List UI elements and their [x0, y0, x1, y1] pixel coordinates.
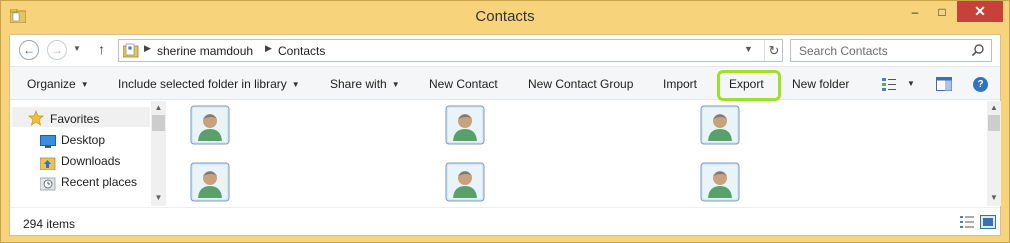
new-contact-button[interactable]: New Contact [429, 77, 498, 91]
contacts-folder-icon [123, 43, 139, 58]
share-with-label: Share with [330, 77, 387, 91]
title-bar: Contacts – □ ✕ [1, 1, 1009, 34]
contacts-view [167, 101, 987, 206]
large-icons-view-icon[interactable] [980, 215, 996, 229]
content-scroll-thumb[interactable] [988, 115, 1000, 131]
export-button[interactable]: Export [729, 77, 764, 91]
contact-icon[interactable] [445, 105, 485, 145]
breadcrumb-separator-icon[interactable]: ▶ [265, 43, 272, 54]
contact-icon[interactable] [700, 105, 740, 145]
chevron-down-icon: ▼ [291, 80, 300, 89]
item-count: 294 items [23, 217, 76, 231]
address-dropdown-icon[interactable]: ▼ [744, 44, 753, 54]
navpane-scrollbar[interactable]: ▲ ▼ [151, 101, 166, 206]
contact-icon[interactable] [190, 162, 230, 202]
include-in-library-menu[interactable]: Include selected folder in library ▼ [118, 77, 300, 91]
command-bar: Organize ▼ Include selected folder in lib… [10, 66, 1000, 101]
nav-item-recent-places[interactable]: Recent places [61, 175, 137, 189]
breadcrumb-separator-icon[interactable]: ▶ [144, 43, 151, 54]
share-with-menu[interactable]: Share with ▼ [330, 77, 400, 91]
up-button[interactable]: ↑ [98, 41, 105, 57]
window-title: Contacts [475, 8, 535, 25]
explorer-window: Contacts – □ ✕ ← → ▼ ↑ ▶ sherine mamdouh… [0, 0, 1010, 243]
nav-item-desktop[interactable]: Desktop [61, 133, 105, 147]
address-bar[interactable]: ▶ sherine mamdouh ▶ Contacts ▼ ↻ [118, 39, 783, 62]
refresh-button[interactable]: ↻ [764, 40, 783, 61]
close-button[interactable]: ✕ [957, 1, 1003, 22]
organize-menu[interactable]: Organize ▼ [27, 77, 89, 91]
back-icon: ← [23, 43, 35, 57]
scroll-up-icon[interactable]: ▲ [987, 103, 1001, 112]
contact-icon[interactable] [700, 162, 740, 202]
details-view-icon[interactable] [959, 215, 975, 229]
minimize-button[interactable]: – [901, 1, 929, 22]
favorites-label[interactable]: Favorites [50, 112, 99, 126]
breadcrumb-contacts[interactable]: Contacts [278, 44, 325, 58]
up-icon: ↑ [98, 41, 105, 57]
navigation-pane: Favorites Desktop Downloads Recent place… [10, 101, 167, 206]
desktop-icon [40, 135, 56, 148]
chevron-down-icon: ▼ [80, 80, 89, 89]
chevron-down-icon: ▼ [391, 80, 400, 89]
back-button[interactable]: ← [19, 40, 39, 60]
include-library-label: Include selected folder in library [118, 77, 287, 91]
refresh-icon: ↻ [768, 42, 780, 58]
search-input[interactable]: Search Contacts [790, 39, 992, 62]
content-scrollbar[interactable]: ▲ ▼ [987, 101, 1001, 206]
recent-locations-dropdown[interactable]: ▼ [73, 44, 81, 53]
organize-label: Organize [27, 77, 76, 91]
downloads-icon [40, 157, 56, 170]
new-folder-button[interactable]: New folder [792, 77, 849, 91]
recent-places-icon [40, 177, 56, 191]
star-icon [28, 110, 44, 126]
scroll-up-icon[interactable]: ▲ [151, 103, 166, 112]
contact-icon[interactable] [190, 105, 230, 145]
status-bar: 294 items [10, 207, 1000, 235]
import-button[interactable]: Import [663, 77, 697, 91]
search-placeholder: Search Contacts [799, 44, 888, 58]
contact-icon[interactable] [445, 162, 485, 202]
address-row: ← → ▼ ↑ ▶ sherine mamdouh ▶ Contacts ▼ ↻… [10, 35, 1000, 65]
view-options-dropdown[interactable]: ▼ [907, 79, 915, 88]
search-icon[interactable] [971, 43, 985, 57]
explorer-body: ← → ▼ ↑ ▶ sherine mamdouh ▶ Contacts ▼ ↻… [9, 34, 1001, 236]
maximize-button[interactable]: □ [929, 1, 955, 22]
breadcrumb-user[interactable]: sherine mamdouh [157, 44, 253, 58]
forward-icon: → [51, 43, 63, 57]
preview-pane-icon[interactable] [936, 77, 952, 91]
details-view-icon[interactable] [881, 77, 897, 91]
new-contact-group-button[interactable]: New Contact Group [528, 77, 633, 91]
scroll-down-icon[interactable]: ▼ [987, 193, 1001, 202]
navpane-scroll-thumb[interactable] [152, 115, 165, 131]
scroll-down-icon[interactable]: ▼ [151, 193, 166, 202]
help-icon[interactable]: ? [973, 77, 988, 92]
nav-item-downloads[interactable]: Downloads [61, 154, 120, 168]
forward-button[interactable]: → [47, 40, 67, 60]
